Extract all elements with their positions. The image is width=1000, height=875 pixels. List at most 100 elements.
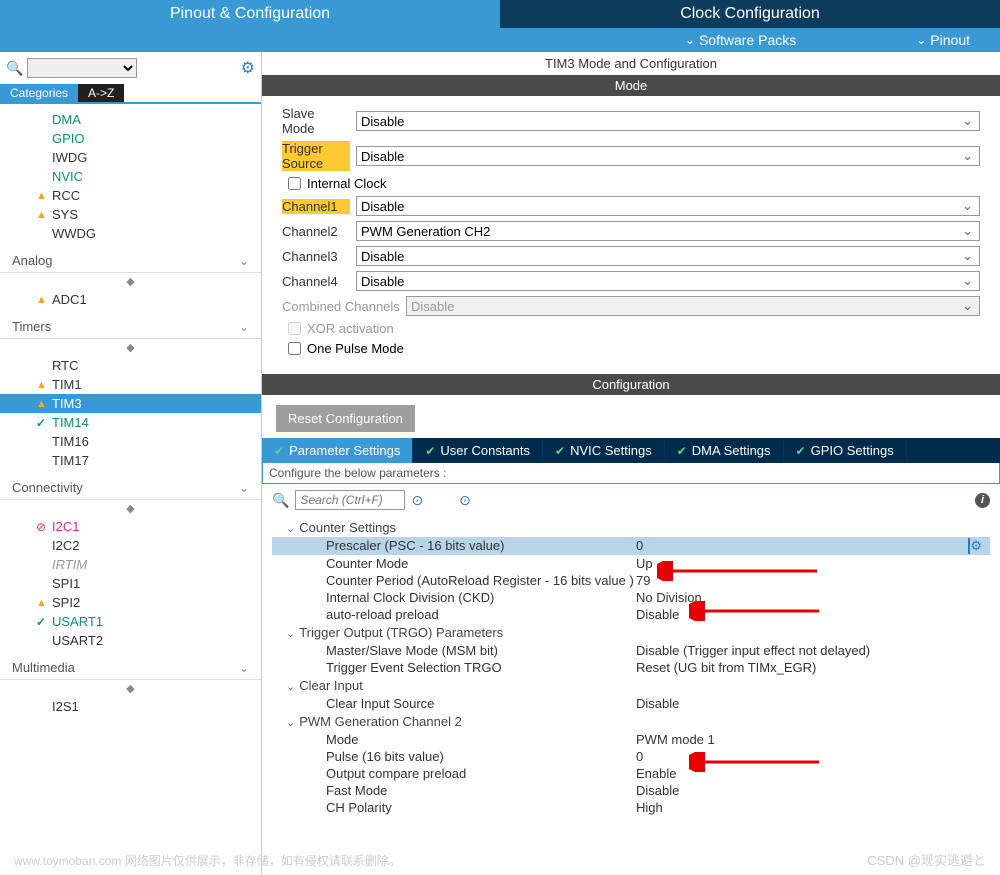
xor-label: XOR activation xyxy=(307,321,394,336)
param-row[interactable]: Counter Period (AutoReload Register - 16… xyxy=(272,572,990,589)
search-dropdown[interactable] xyxy=(27,58,137,78)
param-row[interactable]: Counter ModeUp xyxy=(272,555,990,572)
param-row[interactable]: Trigger Event Selection TRGOReset (UG bi… xyxy=(272,659,990,676)
panel-title: TIM3 Mode and Configuration xyxy=(262,52,1000,75)
tree-item[interactable]: IWDG xyxy=(0,148,261,167)
tree-item[interactable]: DMA xyxy=(0,110,261,129)
block-icon: ⊘ xyxy=(36,520,48,534)
sort-icon[interactable]: ◆ xyxy=(0,339,261,356)
tab-parameter-settings[interactable]: ✔Parameter Settings xyxy=(262,438,413,463)
channel2-label: Channel2 xyxy=(282,224,350,239)
chevron-down-icon: ⌄ xyxy=(239,481,249,495)
check-icon: ✔ xyxy=(425,444,435,458)
tree-item[interactable]: NVIC xyxy=(0,167,261,186)
tree-header-timers[interactable]: Timers⌄ xyxy=(0,315,261,339)
tree-item[interactable]: ▲TIM1 xyxy=(0,375,261,394)
search-icon: 🔍 xyxy=(6,60,23,77)
tab-dma-settings[interactable]: ✔DMA Settings xyxy=(665,438,784,463)
tab-nvic-settings[interactable]: ✔NVIC Settings xyxy=(543,438,665,463)
tab-user-constants[interactable]: ✔User Constants xyxy=(413,438,543,463)
prev-icon[interactable]: ⊙ xyxy=(411,492,423,509)
tree-header-multimedia[interactable]: Multimedia⌄ xyxy=(0,656,261,680)
trigger-source-select[interactable]: Disable xyxy=(356,146,980,166)
tree-header-analog[interactable]: Analog⌄ xyxy=(0,249,261,273)
channel3-label: Channel3 xyxy=(282,249,350,264)
warning-icon: ▲ xyxy=(36,379,48,391)
tree-item[interactable]: TIM16 xyxy=(0,432,261,451)
param-row[interactable]: CH PolarityHigh xyxy=(272,799,990,816)
left-panel: 🔍 ⚙ Categories A->Z DMA GPIO IWDG NVIC ▲… xyxy=(0,52,262,875)
tree-item[interactable]: WWDG xyxy=(0,224,261,243)
param-row[interactable]: Clear Input SourceDisable xyxy=(272,695,990,712)
sort-icon[interactable]: ◆ xyxy=(0,680,261,697)
param-row[interactable]: Internal Clock Division (CKD)No Division xyxy=(272,589,990,606)
param-row[interactable]: Pulse (16 bits value)0 xyxy=(272,748,990,765)
tree-item[interactable]: IRTIM xyxy=(0,555,261,574)
arrow-annotation xyxy=(689,752,829,772)
gear-icon[interactable]: ⚙ xyxy=(970,538,990,554)
search-icon: 🔍 xyxy=(272,492,289,509)
combined-channels-label: Combined Channels xyxy=(282,299,400,314)
param-search-input[interactable] xyxy=(295,490,405,510)
chevron-down-icon: ⌄ xyxy=(239,254,249,268)
sort-icon[interactable]: ◆ xyxy=(0,500,261,517)
tree-item[interactable]: ✓USART1 xyxy=(0,612,261,631)
tree-item[interactable]: ▲ADC1 xyxy=(0,290,261,309)
tree-item[interactable]: USART2 xyxy=(0,631,261,650)
category-tabs: Categories A->Z xyxy=(0,84,261,104)
channel4-select[interactable]: Disable xyxy=(356,271,980,291)
param-row[interactable]: Master/Slave Mode (MSM bit)Disable (Trig… xyxy=(272,642,990,659)
tree-item[interactable]: SPI1 xyxy=(0,574,261,593)
slave-mode-select[interactable]: Disable xyxy=(356,111,980,131)
gear-icon[interactable]: ⚙ xyxy=(241,58,255,78)
group-counter-settings[interactable]: Counter Settings xyxy=(272,518,990,537)
tree-item[interactable]: ⊘I2C1 xyxy=(0,517,261,536)
chevron-down-icon: ⌄ xyxy=(916,33,926,47)
xor-checkbox xyxy=(288,322,301,335)
tree-item[interactable]: GPIO xyxy=(0,129,261,148)
param-row[interactable]: Fast ModeDisable xyxy=(272,782,990,799)
tree-item[interactable]: I2S1 xyxy=(0,697,261,716)
peripheral-tree: DMA GPIO IWDG NVIC ▲RCC ▲SYS WWDG Analog… xyxy=(0,104,261,875)
check-icon: ✔ xyxy=(677,444,687,458)
tree-item[interactable]: ▲SPI2 xyxy=(0,593,261,612)
param-row[interactable]: Output compare preloadEnable xyxy=(272,765,990,782)
tree-item[interactable]: RTC xyxy=(0,356,261,375)
warning-icon: ▲ xyxy=(36,190,48,202)
check-icon: ✓ xyxy=(36,615,48,629)
tab-categories[interactable]: Categories xyxy=(0,84,78,102)
next-icon[interactable]: ⊙ xyxy=(459,492,471,509)
tab-clock-config[interactable]: Clock Configuration xyxy=(500,0,1000,28)
trigger-source-label: Trigger Source xyxy=(282,141,350,171)
sort-icon[interactable]: ◆ xyxy=(0,273,261,290)
tree-header-connectivity[interactable]: Connectivity⌄ xyxy=(0,476,261,500)
reset-configuration-button[interactable]: Reset Configuration xyxy=(276,405,415,432)
pinout-dropdown[interactable]: ⌄Pinout xyxy=(916,32,970,48)
tab-az[interactable]: A->Z xyxy=(78,84,124,102)
tree-item[interactable]: ▲RCC xyxy=(0,186,261,205)
tab-pinout-config[interactable]: Pinout & Configuration xyxy=(0,0,500,28)
group-clear-input[interactable]: Clear Input xyxy=(272,676,990,695)
tree-item[interactable]: I2C2 xyxy=(0,536,261,555)
tree-item-selected[interactable]: ▲TIM3 xyxy=(0,394,261,413)
watermark: www.toymoban.com 网络图片仅供展示，非存储，如有侵权请联系删除。 xyxy=(14,852,401,869)
info-icon[interactable]: i xyxy=(975,493,990,508)
group-pwm-ch2[interactable]: PWM Generation Channel 2 xyxy=(272,712,990,731)
warning-icon: ▲ xyxy=(36,398,48,410)
channel3-select[interactable]: Disable xyxy=(356,246,980,266)
tree-item[interactable]: TIM17 xyxy=(0,451,261,470)
tree-item[interactable]: ▲SYS xyxy=(0,205,261,224)
tree-item[interactable]: ✓TIM14 xyxy=(0,413,261,432)
one-pulse-checkbox[interactable] xyxy=(288,342,301,355)
warning-icon: ▲ xyxy=(36,294,48,306)
channel2-select[interactable]: PWM Generation CH2 xyxy=(356,221,980,241)
group-trgo[interactable]: Trigger Output (TRGO) Parameters xyxy=(272,623,990,642)
channel1-select[interactable]: Disable xyxy=(356,196,980,216)
internal-clock-checkbox[interactable] xyxy=(288,177,301,190)
param-row-prescaler[interactable]: Prescaler (PSC - 16 bits value)0⚙ xyxy=(272,537,990,555)
tab-gpio-settings[interactable]: ✔GPIO Settings xyxy=(784,438,907,463)
param-row[interactable]: auto-reload preloadDisable xyxy=(272,606,990,623)
check-icon: ✓ xyxy=(36,416,48,430)
software-packs-dropdown[interactable]: ⌄Software Packs xyxy=(685,32,796,48)
param-row[interactable]: ModePWM mode 1 xyxy=(272,731,990,748)
